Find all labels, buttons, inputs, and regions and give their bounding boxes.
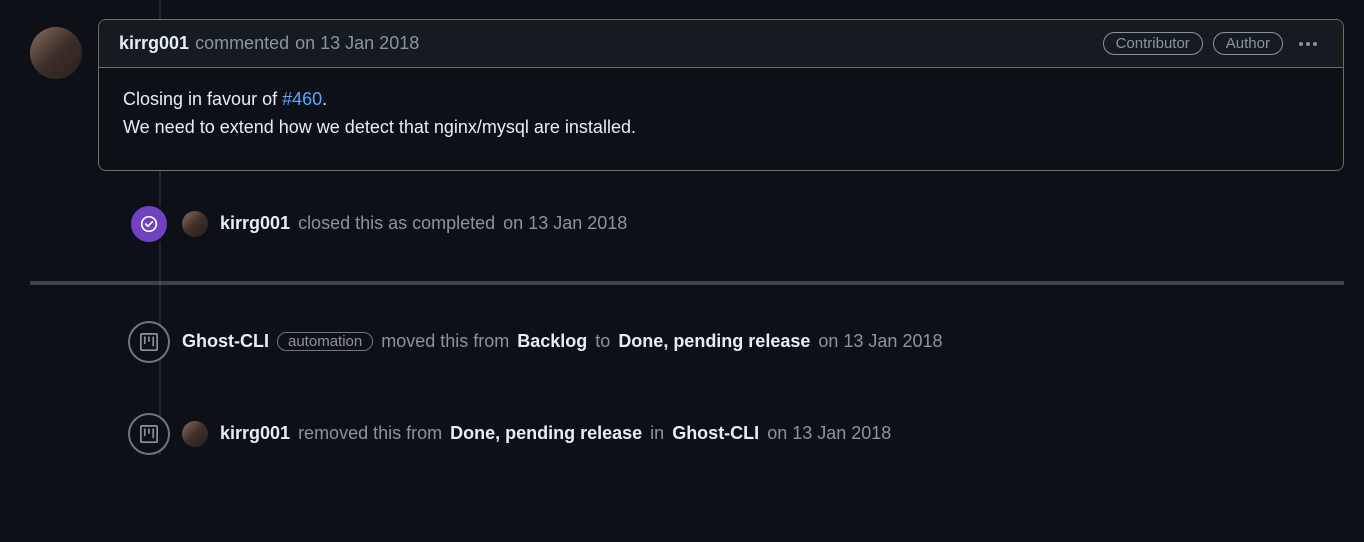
issue-reference-link[interactable]: #460	[282, 89, 322, 109]
comment-header-actions: Contributor Author	[1103, 32, 1323, 55]
closed-icon	[128, 203, 170, 245]
comment-line-1: Closing in favour of #460.	[123, 86, 1319, 114]
automation-tag: automation	[277, 332, 373, 351]
timeline-event-project-removed: kirrg001 removed this from Done, pending…	[30, 413, 1344, 455]
comment-author-link[interactable]: kirrg001	[119, 33, 189, 54]
comment-arrow-decoration	[98, 39, 99, 57]
comment-actions-menu-button[interactable]	[1293, 36, 1323, 52]
event-date[interactable]: on 13 Jan 2018	[767, 423, 891, 444]
project-column-from: Backlog	[517, 331, 587, 352]
timeline-divider	[30, 281, 1344, 285]
author-badge: Author	[1213, 32, 1283, 55]
comment-header-meta: kirrg001 commented on 13 Jan 2018	[119, 33, 419, 54]
event-date[interactable]: on 13 Jan 2018	[503, 213, 627, 234]
comment-box: kirrg001 commented on 13 Jan 2018 Contri…	[98, 19, 1344, 171]
timeline-event-closed: kirrg001 closed this as completed on 13 …	[30, 203, 1344, 245]
event-actor-avatar[interactable]	[182, 421, 208, 447]
event-mid: to	[595, 331, 610, 352]
comment-author-avatar[interactable]	[30, 27, 82, 79]
project-column-from: Done, pending release	[450, 423, 642, 444]
event-text: kirrg001 closed this as completed on 13 …	[220, 213, 627, 234]
project-icon	[128, 413, 170, 455]
timeline-container: kirrg001 commented on 13 Jan 2018 Contri…	[20, 0, 1344, 455]
project-link[interactable]: Ghost-CLI	[182, 331, 269, 352]
event-action: removed this from	[298, 423, 442, 444]
comment-body: Closing in favour of #460. We need to ex…	[99, 68, 1343, 170]
event-date[interactable]: on 13 Jan 2018	[818, 331, 942, 352]
comment-item: kirrg001 commented on 13 Jan 2018 Contri…	[30, 0, 1344, 171]
comment-line-2: We need to extend how we detect that ngi…	[123, 114, 1319, 142]
project-column-to: Done, pending release	[618, 331, 810, 352]
project-icon	[128, 321, 170, 363]
event-action: closed this as completed	[298, 213, 495, 234]
comment-text: .	[322, 89, 327, 109]
comment-text: Closing in favour of	[123, 89, 282, 109]
contributor-badge: Contributor	[1103, 32, 1203, 55]
event-text: kirrg001 removed this from Done, pending…	[220, 423, 891, 444]
timeline-event-project-moved: Ghost-CLI automation moved this from Bac…	[30, 321, 1344, 363]
event-action: moved this from	[381, 331, 509, 352]
project-link[interactable]: Ghost-CLI	[672, 423, 759, 444]
event-actor-link[interactable]: kirrg001	[220, 213, 290, 234]
event-actor-avatar[interactable]	[182, 211, 208, 237]
comment-date[interactable]: on 13 Jan 2018	[295, 33, 419, 54]
comment-header: kirrg001 commented on 13 Jan 2018 Contri…	[99, 20, 1343, 68]
event-mid: in	[650, 423, 664, 444]
event-actor-link[interactable]: kirrg001	[220, 423, 290, 444]
comment-action-text: commented	[195, 33, 289, 54]
event-text: Ghost-CLI automation moved this from Bac…	[182, 331, 943, 352]
